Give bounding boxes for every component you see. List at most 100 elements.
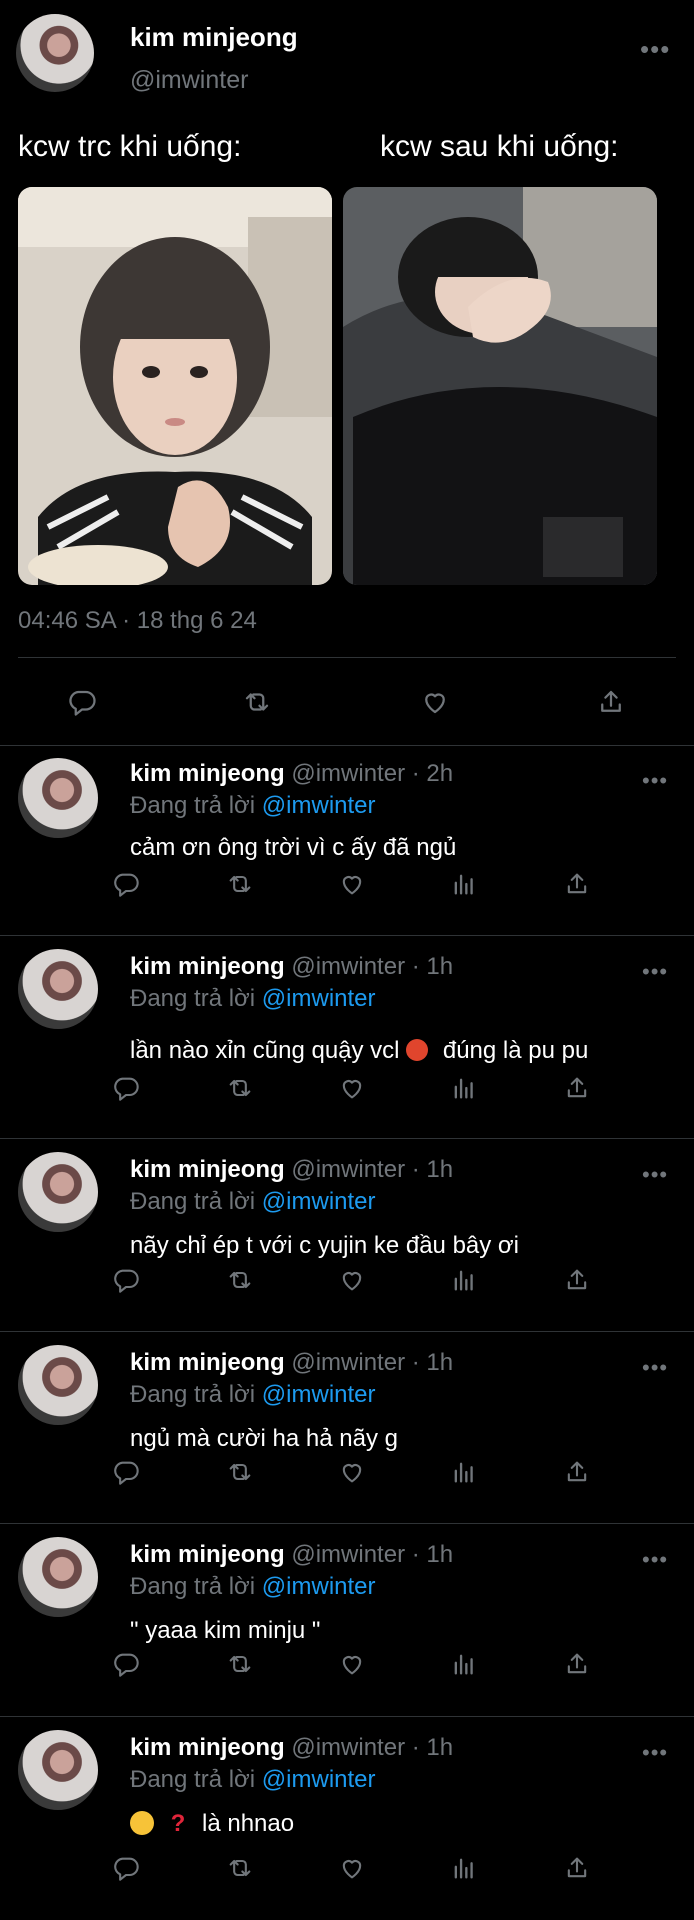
- replying-to-label: Đang trả lời: [130, 792, 256, 819]
- like-icon: [342, 1080, 362, 1099]
- reply-button[interactable]: [106, 1068, 146, 1108]
- reply-button[interactable]: [62, 682, 102, 722]
- reply-button[interactable]: [106, 864, 146, 904]
- views-icon: [454, 1078, 473, 1099]
- more-options-icon[interactable]: •••: [642, 961, 668, 983]
- author-avatar[interactable]: [16, 14, 94, 92]
- views-button[interactable]: [444, 1644, 484, 1684]
- views-icon: [454, 1858, 473, 1879]
- reply-avatar[interactable]: [18, 949, 98, 1029]
- author-handle[interactable]: @imwinter: [130, 66, 248, 95]
- reply-avatar[interactable]: [18, 1730, 98, 1810]
- reply-author-name[interactable]: kim minjeong: [130, 953, 285, 980]
- replying-to-handle[interactable]: @imwinter: [262, 1573, 376, 1600]
- retweet-icon: [229, 1655, 251, 1673]
- author-name[interactable]: kim minjeong: [130, 22, 298, 53]
- reply-avatar[interactable]: [18, 758, 98, 838]
- angry-face-icon: [406, 1039, 429, 1061]
- like-button[interactable]: [332, 1452, 372, 1492]
- replying-to-label: Đang trả lời: [130, 1188, 256, 1215]
- views-button[interactable]: [444, 1452, 484, 1492]
- like-button[interactable]: [332, 1260, 372, 1300]
- reply-author-name[interactable]: kim minjeong: [130, 1541, 285, 1568]
- reply-button[interactable]: [106, 1848, 146, 1888]
- share-icon: [567, 1653, 587, 1674]
- reply-item[interactable]: kim minjeong @imwinter · 2h ••• Đang trả…: [0, 746, 694, 936]
- replying-to-handle[interactable]: @imwinter: [262, 985, 376, 1012]
- views-button[interactable]: [444, 864, 484, 904]
- divider: [0, 1716, 694, 1717]
- reply-handle-time[interactable]: @imwinter · 1h: [291, 1734, 453, 1761]
- reply-handle-time[interactable]: @imwinter · 1h: [291, 1541, 453, 1568]
- retweet-icon: [229, 875, 251, 893]
- reply-author-name[interactable]: kim minjeong: [130, 1349, 285, 1376]
- replying-to-label: Đang trả lời: [130, 1573, 256, 1600]
- like-button[interactable]: [415, 682, 455, 722]
- share-button[interactable]: [557, 1068, 597, 1108]
- share-button[interactable]: [557, 864, 597, 904]
- share-icon: [567, 1269, 587, 1290]
- retweet-button[interactable]: [220, 864, 260, 904]
- reply-avatar[interactable]: [18, 1152, 98, 1232]
- divider: [0, 935, 694, 936]
- retweet-button[interactable]: [220, 1068, 260, 1108]
- reply-item[interactable]: kim minjeong @imwinter · 1h ••• Đang trả…: [0, 1333, 694, 1523]
- tweet-timestamp[interactable]: 04:46 SA · 18 thg 6 24: [18, 607, 257, 635]
- divider: [0, 1331, 694, 1332]
- reply-handle-time[interactable]: @imwinter · 1h: [291, 1349, 453, 1376]
- reply-item[interactable]: kim minjeong @imwinter · 1h ••• Đang trả…: [0, 1140, 694, 1330]
- replying-to-label: Đang trả lời: [130, 1381, 256, 1408]
- reply-handle-time[interactable]: @imwinter · 1h: [291, 1156, 453, 1183]
- views-button[interactable]: [444, 1260, 484, 1300]
- photo-after-image: [343, 187, 657, 585]
- reply-button[interactable]: [106, 1452, 146, 1492]
- reply-text-continued: đúng là pu pu: [442, 1037, 589, 1064]
- share-button[interactable]: [557, 1644, 597, 1684]
- reply-author-name[interactable]: kim minjeong: [130, 760, 285, 787]
- tweet-text-left: kcw trc khi uống:: [18, 130, 242, 163]
- reply-text: lần nào xỉn cũng quậy vcl: [130, 1037, 400, 1064]
- retweet-button[interactable]: [220, 1260, 260, 1300]
- reply-author-name[interactable]: kim minjeong: [130, 1734, 285, 1761]
- more-options-icon[interactable]: •••: [642, 1164, 668, 1186]
- share-button[interactable]: [557, 1260, 597, 1300]
- reply-author-name[interactable]: kim minjeong: [130, 1156, 285, 1183]
- reply-item[interactable]: kim minjeong @imwinter · 1h ••• Đang trả…: [0, 1525, 694, 1715]
- reply-icon: [114, 1857, 139, 1881]
- like-button[interactable]: [332, 1644, 372, 1684]
- more-options-icon[interactable]: •••: [642, 1357, 668, 1379]
- more-options-icon[interactable]: •••: [640, 36, 670, 62]
- retweet-button[interactable]: [220, 1848, 260, 1888]
- tweet-photo-after[interactable]: [343, 187, 657, 585]
- replying-to-handle[interactable]: @imwinter: [262, 1188, 376, 1215]
- reply-item[interactable]: kim minjeong @imwinter · 1h ••• Đang trả…: [0, 1718, 694, 1920]
- share-button[interactable]: [557, 1848, 597, 1888]
- views-button[interactable]: [444, 1068, 484, 1108]
- more-options-icon[interactable]: •••: [642, 1742, 668, 1764]
- reply-avatar[interactable]: [18, 1537, 98, 1617]
- reply-button[interactable]: [106, 1644, 146, 1684]
- like-button[interactable]: [332, 1068, 372, 1108]
- reply-handle-time[interactable]: @imwinter · 2h: [291, 760, 453, 787]
- more-options-icon[interactable]: •••: [642, 770, 668, 792]
- divider: [0, 1523, 694, 1524]
- share-button[interactable]: [557, 1452, 597, 1492]
- more-options-icon[interactable]: •••: [642, 1549, 668, 1571]
- replying-to-handle[interactable]: @imwinter: [262, 1381, 376, 1408]
- like-button[interactable]: [332, 1848, 372, 1888]
- reply-button[interactable]: [106, 1260, 146, 1300]
- reply-avatar[interactable]: [18, 1345, 98, 1425]
- reply-icon: [69, 690, 96, 716]
- like-button[interactable]: [332, 864, 372, 904]
- replying-to-handle[interactable]: @imwinter: [262, 792, 376, 819]
- reply-icon: [114, 873, 139, 897]
- views-button[interactable]: [444, 1848, 484, 1888]
- reply-handle-time[interactable]: @imwinter · 1h: [291, 953, 453, 980]
- retweet-button[interactable]: [220, 1644, 260, 1684]
- tweet-text-right: kcw sau khi uống:: [380, 130, 619, 163]
- share-button[interactable]: [591, 682, 631, 722]
- retweet-button[interactable]: [220, 1452, 260, 1492]
- replying-to-handle[interactable]: @imwinter: [262, 1766, 376, 1793]
- retweet-button[interactable]: [237, 682, 277, 722]
- tweet-photo-before[interactable]: [18, 187, 332, 585]
